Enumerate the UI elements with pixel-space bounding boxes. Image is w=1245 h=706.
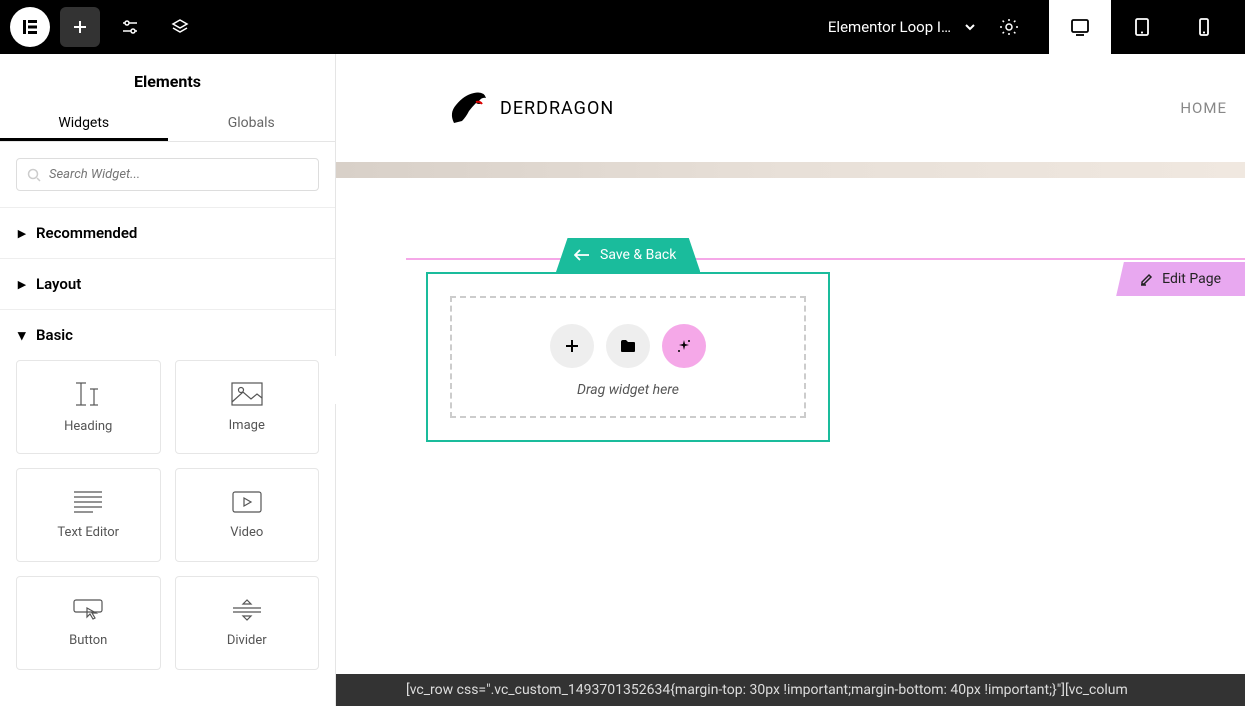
divider-icon (232, 599, 262, 621)
add-widget-button[interactable] (550, 324, 594, 368)
widget-divider[interactable]: Divider (175, 576, 320, 670)
search-icon (27, 168, 41, 182)
topbar: Elementor Loop I… (0, 0, 1245, 54)
edit-page-button[interactable]: Edit Page (1116, 262, 1245, 296)
device-tablet-tab[interactable] (1111, 0, 1173, 54)
desktop-icon (1069, 16, 1091, 38)
tablet-icon (1131, 16, 1153, 38)
hero-image-strip (336, 162, 1245, 178)
video-icon (232, 491, 262, 513)
plus-icon (71, 18, 89, 36)
site-header: DERDRAGON HOME (336, 54, 1245, 162)
template-library-button[interactable] (606, 324, 650, 368)
widget-text-editor[interactable]: Text Editor (16, 468, 161, 562)
device-mobile-tab[interactable] (1173, 0, 1235, 54)
section-recommended[interactable]: ▸ Recommended (0, 208, 335, 258)
tab-globals[interactable]: Globals (168, 105, 336, 141)
tab-widgets[interactable]: Widgets (0, 105, 168, 141)
nav-home-link[interactable]: HOME (1180, 99, 1227, 117)
text-editor-icon (73, 491, 103, 513)
widget-label: Text Editor (57, 525, 119, 540)
site-brand[interactable]: DERDRAGON (444, 83, 614, 133)
elements-panel: Elements Widgets Globals ▸ Recommended ▸… (0, 54, 336, 706)
image-icon (231, 382, 263, 406)
settings-button[interactable] (110, 7, 150, 47)
chevron-right-icon: ▸ (18, 224, 28, 242)
save-back-button[interactable]: Save & Back (556, 238, 700, 272)
button-icon (73, 599, 103, 621)
section-label: Basic (36, 326, 73, 344)
plus-icon (564, 338, 580, 354)
widget-image[interactable]: Image (175, 360, 320, 454)
widget-label: Button (69, 633, 107, 648)
device-desktop-tab[interactable] (1049, 0, 1111, 54)
chevron-right-icon: ▸ (18, 275, 28, 293)
document-title[interactable]: Elementor Loop I… (828, 18, 977, 36)
elementor-logo-button[interactable] (10, 7, 50, 47)
dragon-logo-icon (444, 83, 494, 133)
page-settings-button[interactable] (989, 7, 1029, 47)
ai-button[interactable] (662, 324, 706, 368)
gear-icon (999, 17, 1019, 37)
widget-heading[interactable]: Heading (16, 360, 161, 454)
panel-title: Elements (0, 54, 335, 105)
add-element-button[interactable] (60, 7, 100, 47)
loop-item-container[interactable]: Drag widget here (426, 272, 830, 442)
search-input[interactable] (49, 167, 308, 182)
widget-video[interactable]: Video (175, 468, 320, 562)
structure-button[interactable] (160, 7, 200, 47)
section-layout[interactable]: ▸ Layout (0, 259, 335, 309)
widget-label: Video (230, 525, 263, 540)
section-ruler (406, 258, 1245, 260)
edit-page-label: Edit Page (1162, 271, 1221, 287)
heading-icon (72, 381, 104, 407)
canvas: DERDRAGON HOME Save & Back Edit Page (336, 54, 1245, 706)
sliders-icon (121, 18, 139, 36)
mobile-icon (1193, 16, 1215, 38)
chevron-down-icon: ▾ (18, 326, 28, 344)
chevron-down-icon (963, 20, 977, 34)
elementor-logo-icon (21, 18, 39, 36)
layers-icon (171, 18, 189, 36)
pencil-icon (1140, 272, 1154, 286)
section-label: Recommended (36, 224, 137, 242)
drop-zone[interactable]: Drag widget here (450, 296, 806, 418)
footer-shortcode: [vc_row css=".vc_custom_1493701352634{ma… (336, 674, 1245, 706)
section-basic[interactable]: ▾ Basic (0, 310, 335, 360)
folder-icon (620, 339, 636, 353)
save-back-label: Save & Back (600, 247, 676, 263)
widget-button[interactable]: Button (16, 576, 161, 670)
sparkle-icon (676, 338, 692, 354)
drop-text: Drag widget here (577, 382, 679, 398)
widget-label: Heading (64, 419, 112, 434)
document-title-text: Elementor Loop I… (828, 18, 951, 36)
arrow-left-icon (574, 249, 590, 261)
search-box[interactable] (16, 158, 319, 191)
brand-text: DERDRAGON (500, 98, 614, 119)
section-label: Layout (36, 275, 81, 293)
widget-label: Divider (227, 633, 267, 648)
widget-label: Image (229, 418, 265, 433)
